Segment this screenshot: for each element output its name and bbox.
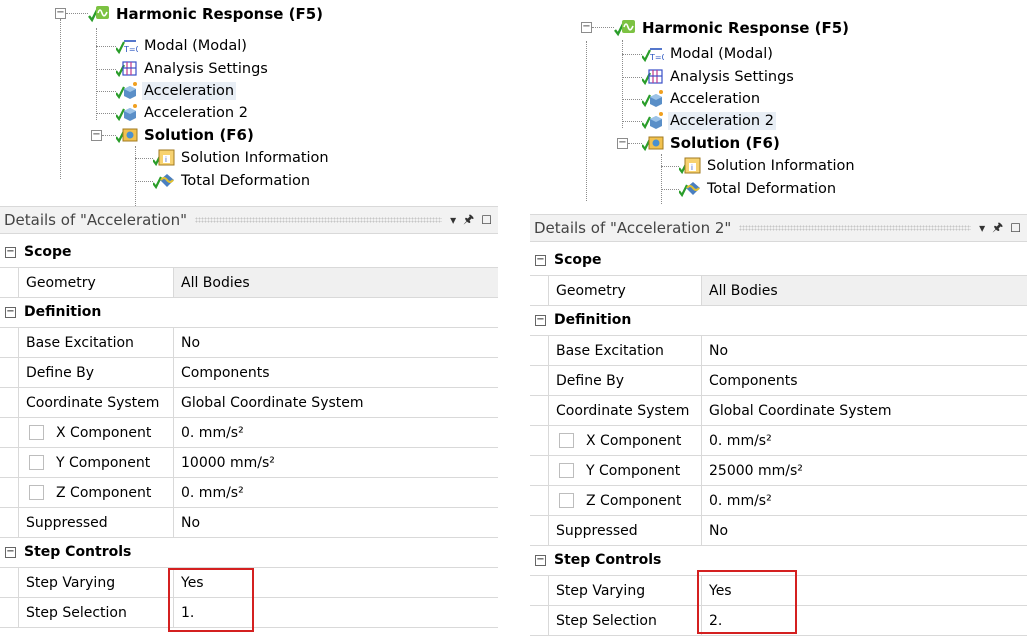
tree-node-solution-information[interactable]: i Solution Information [153, 147, 331, 169]
outline-tree: − Harmonic Response (F5) T=0 Modal (Moda… [0, 0, 498, 206]
tree-node-total-deformation[interactable]: Total Deformation [679, 178, 838, 200]
tree-node-analysis-settings[interactable]: Analysis Settings [116, 58, 270, 80]
svg-text:i: i [165, 156, 167, 164]
solution-expander[interactable]: − [617, 138, 628, 149]
left-panel: − Harmonic Response (F5) T=0 Modal (Moda… [0, 0, 498, 644]
x-component-checkbox[interactable] [559, 433, 574, 448]
row-x-component[interactable]: X Component 0. mm/s² [0, 418, 498, 448]
group-scope[interactable]: − Scope [530, 246, 1027, 276]
collapse-icon[interactable]: − [5, 547, 16, 558]
y-component-checkbox[interactable] [29, 455, 44, 470]
row-coordinate-system[interactable]: Coordinate System Global Coordinate Syst… [0, 388, 498, 418]
row-define-by[interactable]: Define By Components [530, 366, 1027, 396]
acceleration-2-icon [116, 103, 138, 123]
analysis-settings-icon [642, 67, 664, 87]
row-suppressed[interactable]: Suppressed No [530, 516, 1027, 546]
row-y-component[interactable]: Y Component 10000 mm/s² [0, 448, 498, 478]
svg-text:T=0: T=0 [123, 45, 138, 54]
acceleration-icon [116, 81, 138, 101]
solution-expander[interactable]: − [91, 130, 102, 141]
solution-information-icon: i [679, 156, 701, 176]
outline-tree: − Harmonic Response (F5) T=0 Modal (Moda… [530, 0, 1027, 204]
collapse-icon[interactable]: − [535, 315, 546, 326]
row-z-component[interactable]: Z Component 0. mm/s² [530, 486, 1027, 516]
details-title: Details of "Acceleration 2" [534, 219, 732, 237]
highlight-box [697, 570, 797, 634]
tree-node-acceleration-2[interactable]: Acceleration 2 [642, 110, 776, 132]
tree-node-solution-information[interactable]: i Solution Information [679, 155, 857, 177]
dropdown-icon[interactable]: ▾ [979, 221, 985, 235]
tree-node-harmonic-response[interactable]: Harmonic Response (F5) [88, 3, 325, 25]
collapse-icon[interactable]: − [5, 307, 16, 318]
row-geometry[interactable]: Geometry All Bodies [530, 276, 1027, 306]
collapse-icon[interactable]: − [535, 255, 546, 266]
acceleration-icon [642, 89, 664, 109]
row-y-component[interactable]: Y Component 25000 mm/s² [530, 456, 1027, 486]
analysis-settings-icon [116, 59, 138, 79]
svg-text:T=0: T=0 [649, 53, 664, 62]
row-z-component[interactable]: Z Component 0. mm/s² [0, 478, 498, 508]
total-deformation-icon [153, 171, 175, 191]
tree-node-modal[interactable]: T=0 Modal (Modal) [642, 43, 775, 65]
tree-node-modal[interactable]: T=0 Modal (Modal) [116, 35, 249, 57]
y-component-checkbox[interactable] [559, 463, 574, 478]
z-component-checkbox[interactable] [559, 493, 574, 508]
row-coordinate-system[interactable]: Coordinate System Global Coordinate Syst… [530, 396, 1027, 426]
solution-information-icon: i [153, 148, 175, 168]
svg-text:i: i [691, 164, 693, 172]
tree-node-solution[interactable]: Solution (F6) [116, 124, 256, 146]
details-title-bar: Details of "Acceleration" ▾ 🖈 ☐ [0, 206, 498, 234]
row-base-excitation[interactable]: Base Excitation No [0, 328, 498, 358]
maximize-icon[interactable]: ☐ [481, 213, 492, 227]
modal-initial-condition-icon: T=0 [116, 36, 138, 56]
row-define-by[interactable]: Define By Components [0, 358, 498, 388]
pin-icon[interactable]: 🖈 [992, 218, 1003, 239]
collapse-icon[interactable]: − [5, 247, 16, 258]
acceleration-2-icon [642, 111, 664, 131]
group-definition[interactable]: − Definition [0, 298, 498, 328]
collapse-icon[interactable]: − [535, 555, 546, 566]
right-panel: − Harmonic Response (F5) T=0 Modal (Moda… [530, 0, 1027, 644]
pin-icon[interactable]: 🖈 [463, 210, 474, 231]
collapse-expander[interactable]: − [581, 22, 592, 33]
dropdown-icon[interactable]: ▾ [450, 213, 456, 227]
group-scope[interactable]: − Scope [0, 238, 498, 268]
tree-node-acceleration[interactable]: Acceleration [116, 80, 237, 102]
tree-node-analysis-settings[interactable]: Analysis Settings [642, 66, 796, 88]
row-suppressed[interactable]: Suppressed No [0, 508, 498, 538]
harmonic-response-icon [88, 4, 110, 24]
row-base-excitation[interactable]: Base Excitation No [530, 336, 1027, 366]
group-step-controls[interactable]: − Step Controls [0, 538, 498, 568]
solution-icon [642, 133, 664, 153]
tree-node-total-deformation[interactable]: Total Deformation [153, 170, 312, 192]
tree-node-acceleration-2[interactable]: Acceleration 2 [116, 102, 250, 124]
title-grip [739, 225, 972, 231]
z-component-checkbox[interactable] [29, 485, 44, 500]
tree-node-harmonic-response[interactable]: Harmonic Response (F5) [614, 17, 851, 39]
tree-node-solution[interactable]: Solution (F6) [642, 132, 782, 154]
row-x-component[interactable]: X Component 0. mm/s² [530, 426, 1027, 456]
row-geometry[interactable]: Geometry All Bodies [0, 268, 498, 298]
details-title: Details of "Acceleration" [4, 211, 188, 229]
tree-node-acceleration[interactable]: Acceleration [642, 88, 762, 110]
solution-icon [116, 125, 138, 145]
details-title-bar: Details of "Acceleration 2" ▾ 🖈 ☐ [530, 214, 1027, 242]
harmonic-response-icon [614, 18, 636, 38]
modal-initial-condition-icon: T=0 [642, 44, 664, 64]
total-deformation-icon [679, 179, 701, 199]
maximize-icon[interactable]: ☐ [1010, 221, 1021, 235]
group-definition[interactable]: − Definition [530, 306, 1027, 336]
highlight-box [168, 568, 254, 632]
title-grip [195, 217, 443, 223]
x-component-checkbox[interactable] [29, 425, 44, 440]
collapse-expander[interactable]: − [55, 8, 66, 19]
